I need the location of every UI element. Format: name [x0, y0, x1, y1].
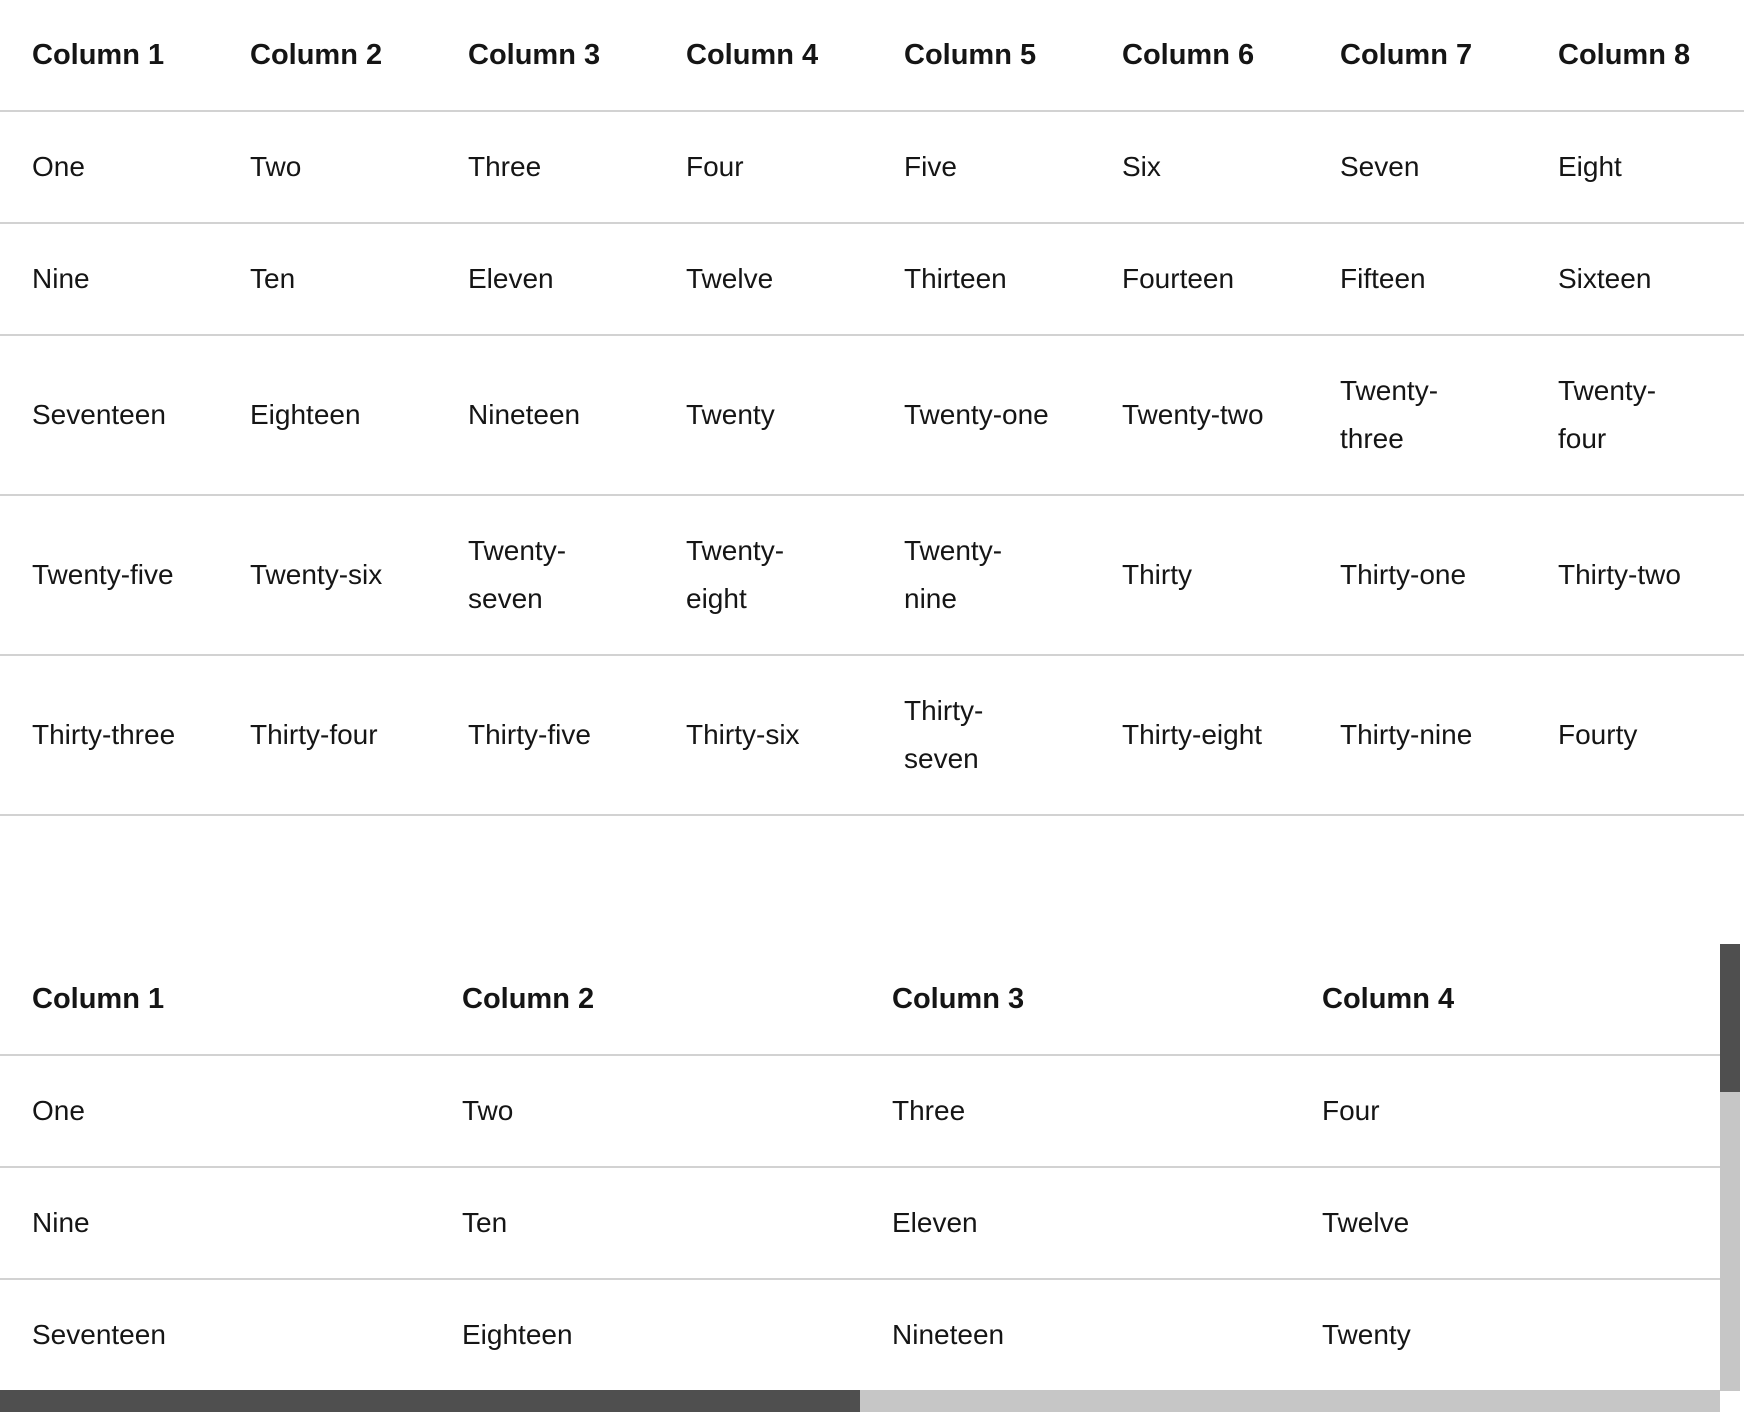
- table-cell: Thirty-nine: [1308, 655, 1526, 816]
- column-header: Column 3: [436, 0, 654, 112]
- table-cell: Eighteen: [218, 335, 436, 496]
- column-header: Column 6: [1090, 0, 1308, 112]
- table-cell: Twelve: [654, 223, 872, 336]
- vertical-scrollbar[interactable]: [1720, 944, 1740, 1391]
- table-cell: Nine: [0, 223, 218, 336]
- table-row: Seventeen Eighteen Nineteen Twenty: [0, 1279, 1720, 1392]
- table-cell: Twenty-eight: [654, 495, 872, 656]
- table-row: Twenty-five Twenty-six Twenty-seven Twenty-…: [0, 495, 1744, 656]
- column-header: Column 4: [1290, 944, 1720, 1056]
- column-header: Column 1: [0, 0, 218, 112]
- table-cell: Seven: [1308, 111, 1526, 224]
- table-cell: Eight: [1526, 111, 1744, 224]
- scrollable-table-container[interactable]: Column 1 Column 2 Column 3 Column 4 One T…: [0, 944, 1740, 1412]
- table-cell: Nineteen: [860, 1279, 1290, 1392]
- table-cell: Thirty-five: [436, 655, 654, 816]
- horizontal-scrollbar-thumb[interactable]: [0, 1390, 860, 1412]
- data-table-scrollable: Column 1 Column 2 Column 3 Column 4 One T…: [0, 944, 1720, 1392]
- table-cell: Seventeen: [0, 335, 218, 496]
- table-cell: Three: [436, 111, 654, 224]
- column-header: Column 2: [218, 0, 436, 112]
- table-cell: Two: [430, 1055, 860, 1168]
- table-cell: Twenty: [1290, 1279, 1720, 1392]
- column-header: Column 8: [1526, 0, 1744, 112]
- table-cell: Five: [872, 111, 1090, 224]
- vertical-scrollbar-thumb[interactable]: [1720, 944, 1740, 1092]
- table-cell: Eighteen: [430, 1279, 860, 1392]
- table-cell: Nineteen: [436, 335, 654, 496]
- table-cell: One: [0, 111, 218, 224]
- table-cell: Twenty: [654, 335, 872, 496]
- column-header: Column 4: [654, 0, 872, 112]
- table-row: Thirty-three Thirty-four Thirty-five Thirty…: [0, 655, 1744, 816]
- table-cell: Twenty-four: [1526, 335, 1744, 496]
- table-cell: Twelve: [1290, 1167, 1720, 1280]
- table-cell: Nine: [0, 1167, 430, 1280]
- table-cell: Four: [1290, 1055, 1720, 1168]
- table-cell: Twenty-nine: [872, 495, 1090, 656]
- table-cell: Twenty-three: [1308, 335, 1526, 496]
- column-header: Column 3: [860, 944, 1290, 1056]
- data-table-wide: Column 1 Column 2 Column 3 Column 4 Colu…: [0, 0, 1744, 816]
- table-cell: Thirty-six: [654, 655, 872, 816]
- table-row: Nine Ten Eleven Twelve Thirteen Fourteen Fifte…: [0, 223, 1744, 336]
- table-cell: Ten: [218, 223, 436, 336]
- table-cell: Twenty-five: [0, 495, 218, 656]
- table-row: One Two Three Four: [0, 1055, 1720, 1168]
- table-cell: One: [0, 1055, 430, 1168]
- table-cell: Fifteen: [1308, 223, 1526, 336]
- column-header: Column 1: [0, 944, 430, 1056]
- table-cell: Four: [654, 111, 872, 224]
- table-cell: Thirty-one: [1308, 495, 1526, 656]
- table-cell: Twenty-seven: [436, 495, 654, 656]
- table-cell: Two: [218, 111, 436, 224]
- table-cell: Eleven: [436, 223, 654, 336]
- column-header: Column 7: [1308, 0, 1526, 112]
- table-header-row: Column 1 Column 2 Column 3 Column 4 Colu…: [0, 0, 1744, 112]
- table-cell: Fourty: [1526, 655, 1744, 816]
- table-row: One Two Three Four Five Six Seven Eight: [0, 111, 1744, 224]
- table-cell: Thirty-three: [0, 655, 218, 816]
- table-cell: Twenty-two: [1090, 335, 1308, 496]
- table-body: One Two Three Four Five Six Seven Eight Nine Ten E…: [0, 111, 1744, 816]
- column-header: Column 2: [430, 944, 860, 1056]
- column-header: Column 5: [872, 0, 1090, 112]
- table-cell: Thirty-seven: [872, 655, 1090, 816]
- table-cell: Twenty-six: [218, 495, 436, 656]
- table-cell: Three: [860, 1055, 1290, 1168]
- table-body: One Two Three Four Nine Ten Eleven Twelve Sevent…: [0, 1055, 1720, 1392]
- table-cell: Thirty: [1090, 495, 1308, 656]
- table-row: Nine Ten Eleven Twelve: [0, 1167, 1720, 1280]
- table-cell: Thirty-eight: [1090, 655, 1308, 816]
- table-cell: Seventeen: [0, 1279, 430, 1392]
- table-cell: Thirty-four: [218, 655, 436, 816]
- table-cell: Sixteen: [1526, 223, 1744, 336]
- table-header-row: Column 1 Column 2 Column 3 Column 4: [0, 944, 1720, 1056]
- table-cell: Thirty-two: [1526, 495, 1744, 656]
- table-cell: Twenty-one: [872, 335, 1090, 496]
- table-cell: Thirteen: [872, 223, 1090, 336]
- table-cell: Fourteen: [1090, 223, 1308, 336]
- table-row: Seventeen Eighteen Nineteen Twenty Twenty-on…: [0, 335, 1744, 496]
- table-cell: Eleven: [860, 1167, 1290, 1280]
- horizontal-scrollbar[interactable]: [0, 1390, 1720, 1412]
- table-cell: Six: [1090, 111, 1308, 224]
- table-cell: Ten: [430, 1167, 860, 1280]
